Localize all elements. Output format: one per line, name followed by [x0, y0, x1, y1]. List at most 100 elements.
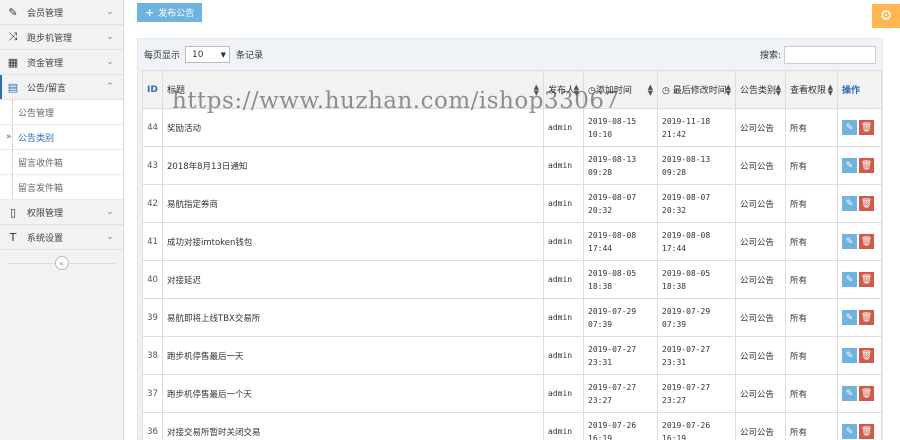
cell-modified-time: 2019-08-08 17:44	[657, 222, 736, 261]
cell-author: admin	[543, 108, 584, 147]
sidebar-subitem-announcement-category[interactable]: » 公告类别	[0, 125, 123, 150]
edit-button[interactable]: ✎	[842, 310, 857, 325]
chevron-down-icon: ⌄	[106, 7, 114, 17]
cell-title: 跑步机停售最后一天	[162, 336, 544, 375]
cell-actions: ✎ 🗑	[837, 298, 882, 337]
per-page-suffix: 条记录	[236, 51, 264, 61]
delete-button[interactable]: 🗑	[859, 158, 874, 173]
main-content: + 发布公告 ⚙ 每页显示 10 ▼ 条记录 搜索: ID 标题 ▲ ▼ 发布人…	[124, 0, 900, 440]
row-actions: ✎ 🗑	[842, 120, 877, 135]
cell-actions: ✎ 🗑	[837, 222, 882, 261]
sidebar-subitem-outbox[interactable]: 留言发件箱	[0, 175, 123, 200]
cell-title: 2018年8月13日通知	[162, 146, 544, 185]
column-header-permission[interactable]: 查看权限 ▲ ▼	[785, 70, 838, 109]
delete-button[interactable]: 🗑	[859, 272, 874, 287]
cell-permission: 所有	[785, 146, 838, 185]
sidebar-item-label: 会员管理	[27, 8, 64, 19]
cell-added-time: 2019-07-29 07:39	[583, 298, 658, 337]
edit-button[interactable]: ✎	[842, 196, 857, 211]
delete-button[interactable]: 🗑	[859, 120, 874, 135]
column-header-title[interactable]: 标题 ▲ ▼	[162, 70, 544, 109]
edit-button[interactable]: ✎	[842, 120, 857, 135]
table-row: 39 易航即将上线TBX交易所 admin 2019-07-29 07:39 2019-0…	[142, 298, 882, 337]
sidebar-item-funds[interactable]: ▦ 资金管理 ⌄	[0, 50, 123, 75]
publish-announcement-button[interactable]: + 发布公告	[137, 3, 203, 22]
cell-modified-time: 2019-08-07 20:32	[657, 184, 736, 223]
admin-app: ✎ 会员管理 ⌄ ⤨ 跑步机管理 ⌄ ▦ 资金管理 ⌄ ▤ 公告/留言 ⌃ 公告…	[0, 0, 900, 440]
trash-icon: 🗑	[860, 426, 873, 437]
sidebar-subitem-inbox[interactable]: 留言收件箱	[0, 150, 123, 175]
delete-button[interactable]: 🗑	[859, 196, 874, 211]
delete-button[interactable]: 🗑	[859, 424, 874, 439]
cell-modified-time: 2019-07-26 16:19	[657, 412, 736, 440]
sidebar-item-announcements[interactable]: ▤ 公告/留言 ⌃	[0, 75, 123, 100]
column-header-modified-time[interactable]: ◷ 最后修改时间 ▲ ▼	[657, 70, 736, 109]
sidebar-item-label: 权限管理	[27, 208, 64, 219]
table-row: 36 对接交易所暂时关闭交易 admin 2019-07-26 16:19 2019-07…	[142, 412, 882, 440]
sidebar-item-treadmill[interactable]: ⤨ 跑步机管理 ⌄	[0, 25, 123, 50]
column-header-category[interactable]: 公告类别 ▲ ▼	[735, 70, 786, 109]
trash-icon: 🗑	[860, 198, 873, 209]
row-actions: ✎ 🗑	[842, 310, 877, 325]
cell-actions: ✎ 🗑	[837, 374, 882, 413]
cell-permission: 所有	[785, 412, 838, 440]
sidebar-submenu: 公告管理 » 公告类别 留言收件箱 留言发件箱	[0, 100, 123, 200]
sidebar-item-members[interactable]: ✎ 会员管理 ⌄	[0, 0, 123, 25]
column-header-added-time[interactable]: ◷添加时间 ▲ ▼	[583, 70, 658, 109]
table-row: 42 易航指定券商 admin 2019-08-07 20:32 2019-08-07 20…	[142, 184, 882, 223]
edit-button[interactable]: ✎	[842, 386, 857, 401]
cell-modified-time: 2019-08-05 18:38	[657, 260, 736, 299]
edit-button[interactable]: ✎	[842, 272, 857, 287]
cell-modified-time: 2019-11-18 21:42	[657, 108, 736, 147]
delete-button[interactable]: 🗑	[859, 348, 874, 363]
cell-author: admin	[543, 298, 584, 337]
cell-permission: 所有	[785, 298, 838, 337]
edit-button[interactable]: ✎	[842, 348, 857, 363]
sidebar-item-system-settings[interactable]: T 系统设置 ⌄	[0, 225, 123, 250]
cell-permission: 所有	[785, 184, 838, 223]
settings-button[interactable]: ⚙	[872, 4, 900, 28]
double-chevron-left-icon[interactable]: «	[54, 256, 69, 270]
delete-button[interactable]: 🗑	[859, 386, 874, 401]
pencil-icon: ✎	[845, 236, 854, 247]
cell-permission: 所有	[785, 222, 838, 261]
pencil-icon: ✎	[845, 312, 854, 323]
cell-actions: ✎ 🗑	[837, 108, 882, 147]
cell-id: 43	[142, 146, 163, 185]
cell-added-time: 2019-07-27 23:27	[583, 374, 658, 413]
trash-icon: 🗑	[860, 122, 873, 133]
pencil-icon: ✎	[845, 274, 854, 285]
per-page-select[interactable]: 10 ▼	[185, 46, 231, 63]
edit-button[interactable]: ✎	[842, 234, 857, 249]
list-icon: ▤	[7, 80, 19, 94]
pencil-icon: ✎	[845, 160, 854, 171]
sidebar-item-label: 跑步机管理	[27, 33, 73, 44]
row-actions: ✎ 🗑	[842, 424, 877, 439]
sidebar-subitem-announcement-manage[interactable]: 公告管理	[0, 100, 123, 125]
cell-category: 公司公告	[735, 260, 786, 299]
cell-actions: ✎ 🗑	[837, 412, 882, 440]
column-header-actions: 操作	[837, 70, 882, 109]
table-row: 38 跑步机停售最后一天 admin 2019-07-27 23:31 2019-07-2…	[142, 336, 882, 375]
announcement-table: ID 标题 ▲ ▼ 发布人 ▲ ▼ ◷添加时间 ▲ ▼ ◷ 最后修改时间 ▲ ▼ 公告类别 ▲ ▼ …	[142, 70, 882, 440]
delete-button[interactable]: 🗑	[859, 310, 874, 325]
sidebar-collapse: «	[0, 250, 123, 276]
shuffle-icon: ⤨	[8, 30, 18, 43]
delete-button[interactable]: 🗑	[859, 234, 874, 249]
chevron-right-icon: »	[6, 132, 12, 142]
cell-modified-time: 2019-07-27 23:27	[657, 374, 736, 413]
edit-button[interactable]: ✎	[842, 424, 857, 439]
sidebar: ✎ 会员管理 ⌄ ⤨ 跑步机管理 ⌄ ▦ 资金管理 ⌄ ▤ 公告/留言 ⌃ 公告…	[0, 0, 124, 440]
search-input[interactable]	[784, 45, 876, 64]
cell-author: admin	[543, 374, 584, 413]
row-actions: ✎ 🗑	[842, 196, 877, 211]
edit-button[interactable]: ✎	[842, 158, 857, 173]
cell-permission: 所有	[785, 336, 838, 375]
sort-icon: ▲ ▼	[775, 82, 781, 97]
sidebar-item-permissions[interactable]: ▯ 权限管理 ⌄	[0, 200, 123, 225]
cell-author: admin	[543, 146, 584, 185]
column-header-author[interactable]: 发布人 ▲ ▼	[543, 70, 584, 109]
cell-added-time: 2019-07-27 23:31	[583, 336, 658, 375]
cell-category: 公司公告	[735, 412, 786, 440]
column-header-id[interactable]: ID	[142, 70, 163, 109]
